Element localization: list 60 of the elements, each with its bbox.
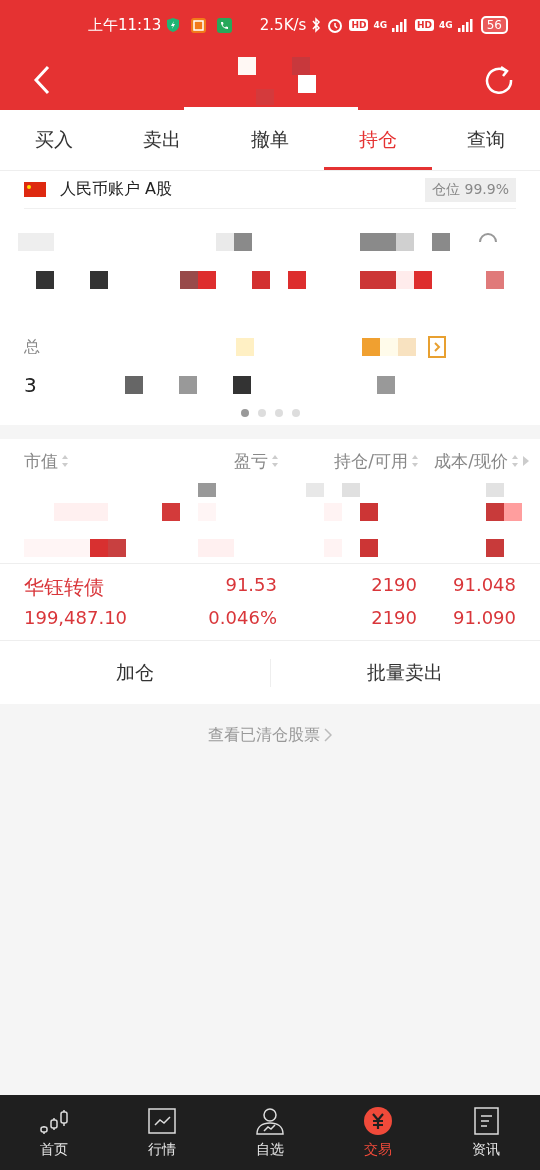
flag-icon bbox=[24, 182, 46, 197]
sort-icon[interactable] bbox=[511, 454, 519, 468]
column-header[interactable]: 盈亏 bbox=[234, 449, 268, 473]
sort-icon[interactable] bbox=[271, 454, 279, 468]
holding-quantity: 2190 bbox=[370, 574, 417, 597]
current-price: 91.090 bbox=[452, 607, 516, 628]
tab[interactable]: 卖出 bbox=[108, 110, 216, 170]
refresh-icon[interactable] bbox=[484, 65, 514, 95]
summary-label: 总 bbox=[24, 336, 40, 358]
tab[interactable]: 持仓 bbox=[324, 110, 432, 170]
nav-tab[interactable]: 资讯 bbox=[432, 1095, 540, 1170]
account-name: 人民币账户 A股 bbox=[60, 179, 173, 200]
back-icon[interactable] bbox=[32, 65, 52, 95]
batch-sell-button[interactable]: 批量卖出 bbox=[270, 641, 540, 704]
network-type: 4G bbox=[439, 20, 453, 30]
page-dot[interactable] bbox=[240, 409, 249, 417]
stock-name: 华钰转债 bbox=[24, 574, 105, 601]
page-dot[interactable] bbox=[291, 409, 300, 417]
hd-badge: HD bbox=[349, 19, 369, 31]
page-dot[interactable] bbox=[257, 409, 266, 417]
network-speed: 2.5K/s bbox=[259, 16, 307, 34]
profit-value: 91.53 bbox=[224, 574, 277, 597]
hd-badge: HD bbox=[415, 19, 435, 31]
add-position-button[interactable]: 加仓 bbox=[0, 641, 270, 704]
chevron-right-icon[interactable] bbox=[522, 455, 530, 467]
profit-rate: 0.046% bbox=[207, 607, 277, 628]
nav-tab[interactable]: 首页 bbox=[0, 1095, 108, 1170]
shield-icon bbox=[166, 17, 181, 33]
position-badge: 仓位 99.9% bbox=[425, 177, 516, 202]
phone-icon bbox=[217, 17, 233, 33]
alarm-icon bbox=[326, 16, 345, 34]
network-type: 4G bbox=[373, 20, 388, 30]
chevron-right-icon[interactable] bbox=[324, 728, 332, 742]
sort-icon[interactable] bbox=[61, 454, 69, 468]
app-icon bbox=[191, 17, 207, 33]
summary-value: 3 bbox=[24, 373, 37, 397]
market-value: 199,487.10 bbox=[24, 607, 129, 628]
cost-price: 91.048 bbox=[452, 574, 516, 597]
column-header[interactable]: 持仓/可用 bbox=[334, 449, 408, 473]
yuan-icon bbox=[363, 1106, 393, 1136]
battery-level: 56 bbox=[480, 16, 508, 34]
document-icon bbox=[471, 1106, 501, 1136]
bluetooth-icon bbox=[311, 17, 322, 33]
column-header[interactable]: 市值 bbox=[24, 449, 58, 473]
sort-icon[interactable] bbox=[411, 454, 419, 468]
line-chart-icon bbox=[147, 1106, 177, 1136]
tab[interactable]: 查询 bbox=[432, 110, 540, 170]
signal-icon bbox=[457, 18, 476, 32]
tab[interactable]: 买入 bbox=[0, 110, 108, 170]
person-icon bbox=[255, 1106, 285, 1136]
transfer-icon[interactable] bbox=[428, 336, 446, 358]
column-header[interactable]: 成本/现价 bbox=[434, 449, 508, 473]
page-dot[interactable] bbox=[274, 409, 283, 417]
nav-tab[interactable]: 行情 bbox=[108, 1095, 216, 1170]
status-time: 上午11:13 bbox=[88, 15, 162, 35]
nav-tab[interactable]: 交易 bbox=[324, 1095, 432, 1170]
nav-tab[interactable]: 自选 bbox=[216, 1095, 324, 1170]
tab[interactable]: 撤单 bbox=[216, 110, 324, 170]
holding-row[interactable]: 华钰转债 91.53 2190 91.048 199,487.10 0.046% 2190 91.090 bbox=[0, 563, 540, 641]
available-quantity: 2190 bbox=[370, 607, 417, 628]
